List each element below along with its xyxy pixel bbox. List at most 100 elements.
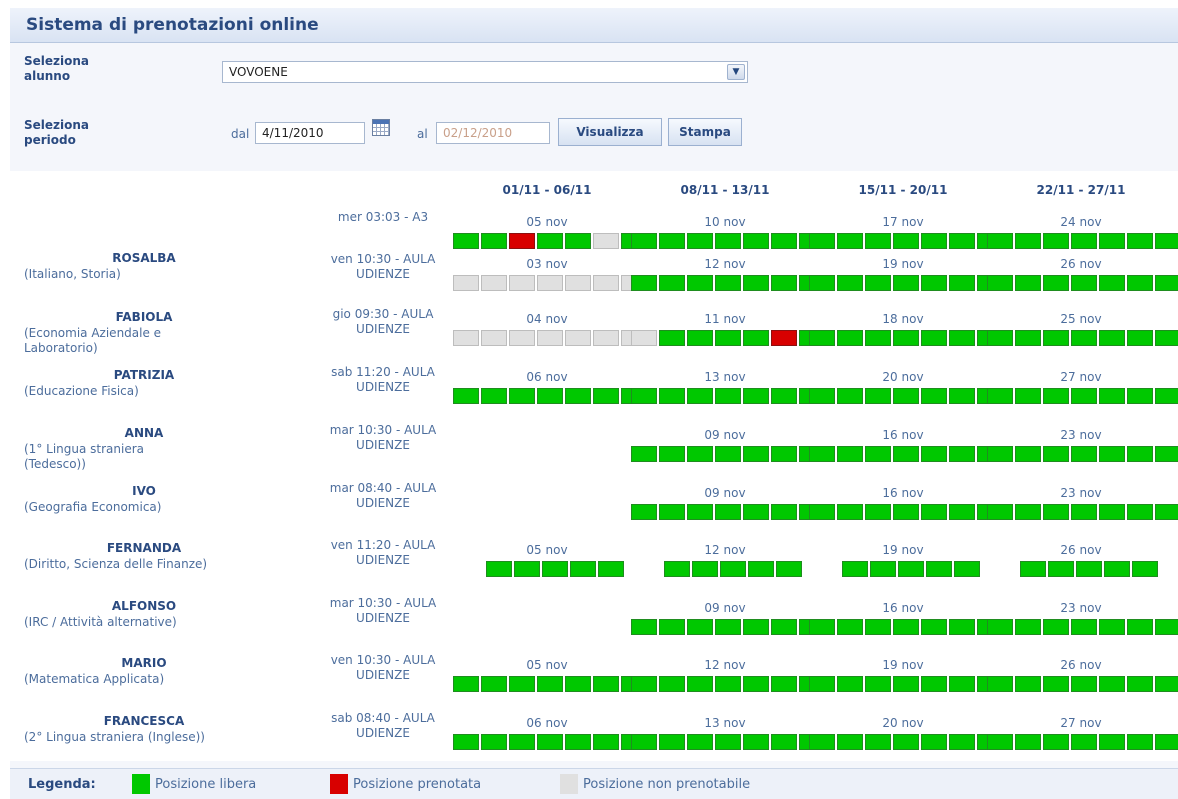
free-slot-cell[interactable] xyxy=(486,561,512,577)
free-slot-cell[interactable] xyxy=(715,446,741,462)
free-slot-cell[interactable] xyxy=(1104,561,1130,577)
free-slot-cell[interactable] xyxy=(921,734,947,750)
free-slot-cell[interactable] xyxy=(687,504,713,520)
free-slot-cell[interactable] xyxy=(537,233,563,249)
free-slot-cell[interactable] xyxy=(687,446,713,462)
free-slot-cell[interactable] xyxy=(1015,504,1041,520)
free-slot-cell[interactable] xyxy=(631,504,657,520)
free-slot-cell[interactable] xyxy=(565,233,591,249)
free-slot-cell[interactable] xyxy=(809,233,835,249)
free-slot-cell[interactable] xyxy=(893,734,919,750)
free-slot-cell[interactable] xyxy=(687,233,713,249)
free-slot-cell[interactable] xyxy=(1155,330,1178,346)
free-slot-cell[interactable] xyxy=(743,619,769,635)
free-slot-cell[interactable] xyxy=(921,504,947,520)
free-slot-cell[interactable] xyxy=(893,330,919,346)
free-slot-cell[interactable] xyxy=(1020,561,1046,577)
free-slot-cell[interactable] xyxy=(865,734,891,750)
free-slot-cell[interactable] xyxy=(987,330,1013,346)
free-slot-cell[interactable] xyxy=(692,561,718,577)
free-slot-cell[interactable] xyxy=(893,233,919,249)
free-slot-cell[interactable] xyxy=(1071,619,1097,635)
free-slot-cell[interactable] xyxy=(921,330,947,346)
free-slot-cell[interactable] xyxy=(809,676,835,692)
free-slot-cell[interactable] xyxy=(542,561,568,577)
free-slot-cell[interactable] xyxy=(837,676,863,692)
free-slot-cell[interactable] xyxy=(631,734,657,750)
free-slot-cell[interactable] xyxy=(748,561,774,577)
free-slot-cell[interactable] xyxy=(1127,619,1153,635)
free-slot-cell[interactable] xyxy=(659,676,685,692)
free-slot-cell[interactable] xyxy=(743,233,769,249)
free-slot-cell[interactable] xyxy=(809,275,835,291)
free-slot-cell[interactable] xyxy=(809,504,835,520)
free-slot-cell[interactable] xyxy=(837,275,863,291)
free-slot-cell[interactable] xyxy=(715,330,741,346)
free-slot-cell[interactable] xyxy=(1043,330,1069,346)
free-slot-cell[interactable] xyxy=(631,388,657,404)
free-slot-cell[interactable] xyxy=(1043,275,1069,291)
free-slot-cell[interactable] xyxy=(949,734,975,750)
free-slot-cell[interactable] xyxy=(949,619,975,635)
free-slot-cell[interactable] xyxy=(743,388,769,404)
free-slot-cell[interactable] xyxy=(776,561,802,577)
free-slot-cell[interactable] xyxy=(1127,388,1153,404)
free-slot-cell[interactable] xyxy=(715,233,741,249)
free-slot-cell[interactable] xyxy=(514,561,540,577)
free-slot-cell[interactable] xyxy=(1043,504,1069,520)
free-slot-cell[interactable] xyxy=(687,275,713,291)
free-slot-cell[interactable] xyxy=(1043,233,1069,249)
free-slot-cell[interactable] xyxy=(837,446,863,462)
free-slot-cell[interactable] xyxy=(949,504,975,520)
free-slot-cell[interactable] xyxy=(1127,446,1153,462)
free-slot-cell[interactable] xyxy=(865,233,891,249)
calendar-icon[interactable] xyxy=(372,119,390,136)
free-slot-cell[interactable] xyxy=(453,233,479,249)
free-slot-cell[interactable] xyxy=(987,388,1013,404)
free-slot-cell[interactable] xyxy=(1015,734,1041,750)
free-slot-cell[interactable] xyxy=(987,504,1013,520)
free-slot-cell[interactable] xyxy=(987,676,1013,692)
free-slot-cell[interactable] xyxy=(865,446,891,462)
free-slot-cell[interactable] xyxy=(1043,388,1069,404)
free-slot-cell[interactable] xyxy=(949,233,975,249)
free-slot-cell[interactable] xyxy=(954,561,980,577)
free-slot-cell[interactable] xyxy=(1155,388,1178,404)
free-slot-cell[interactable] xyxy=(659,330,685,346)
free-slot-cell[interactable] xyxy=(715,275,741,291)
free-slot-cell[interactable] xyxy=(1043,446,1069,462)
free-slot-cell[interactable] xyxy=(771,676,797,692)
free-slot-cell[interactable] xyxy=(893,676,919,692)
free-slot-cell[interactable] xyxy=(687,619,713,635)
free-slot-cell[interactable] xyxy=(537,734,563,750)
free-slot-cell[interactable] xyxy=(987,734,1013,750)
free-slot-cell[interactable] xyxy=(1015,676,1041,692)
free-slot-cell[interactable] xyxy=(1015,275,1041,291)
free-slot-cell[interactable] xyxy=(631,676,657,692)
free-slot-cell[interactable] xyxy=(837,504,863,520)
free-slot-cell[interactable] xyxy=(987,275,1013,291)
free-slot-cell[interactable] xyxy=(453,734,479,750)
free-slot-cell[interactable] xyxy=(659,504,685,520)
free-slot-cell[interactable] xyxy=(565,734,591,750)
free-slot-cell[interactable] xyxy=(893,388,919,404)
free-slot-cell[interactable] xyxy=(565,676,591,692)
free-slot-cell[interactable] xyxy=(1099,619,1125,635)
free-slot-cell[interactable] xyxy=(664,561,690,577)
free-slot-cell[interactable] xyxy=(593,676,619,692)
free-slot-cell[interactable] xyxy=(771,233,797,249)
free-slot-cell[interactable] xyxy=(921,233,947,249)
free-slot-cell[interactable] xyxy=(837,619,863,635)
from-date-input[interactable]: 4/11/2010 xyxy=(255,122,365,144)
free-slot-cell[interactable] xyxy=(1043,676,1069,692)
free-slot-cell[interactable] xyxy=(809,619,835,635)
free-slot-cell[interactable] xyxy=(771,619,797,635)
free-slot-cell[interactable] xyxy=(893,275,919,291)
free-slot-cell[interactable] xyxy=(771,734,797,750)
free-slot-cell[interactable] xyxy=(1071,504,1097,520)
free-slot-cell[interactable] xyxy=(1015,619,1041,635)
show-button[interactable]: Visualizza xyxy=(558,118,662,146)
free-slot-cell[interactable] xyxy=(1071,676,1097,692)
free-slot-cell[interactable] xyxy=(743,734,769,750)
free-slot-cell[interactable] xyxy=(1015,330,1041,346)
